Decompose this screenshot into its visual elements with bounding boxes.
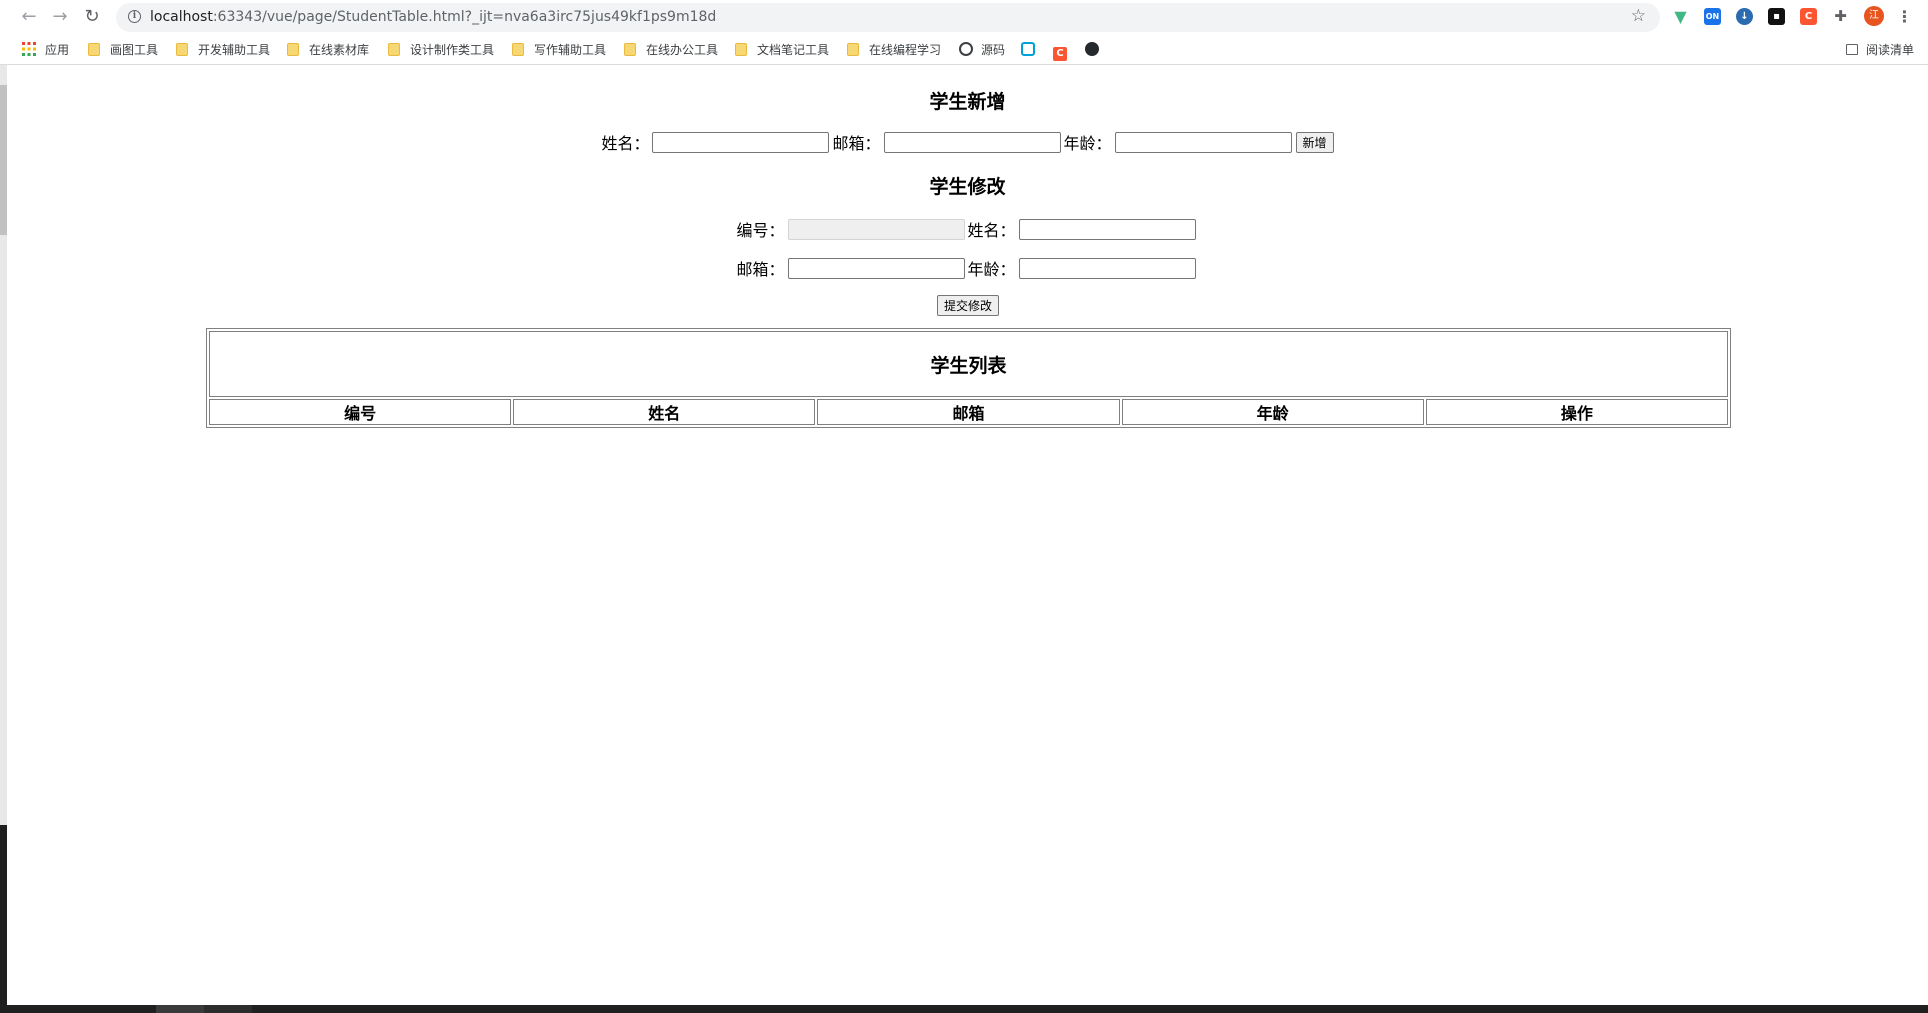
bookmark-label: 在线编程学习: [869, 43, 942, 57]
column-header-id: 编号: [209, 399, 512, 425]
globe-icon: [959, 42, 973, 56]
bookmark-label: 应用: [45, 43, 70, 57]
url-host: localhost: [150, 9, 213, 25]
csdn-icon: C: [1053, 47, 1067, 61]
edit-name-label: 姓名：: [967, 221, 1016, 240]
profile-initial: 江: [1869, 10, 1879, 21]
edit-student-row-1: 编号： 姓名：: [7, 217, 1928, 241]
reading-list-label: 阅读清单: [1865, 43, 1914, 57]
bookmark-folder-office[interactable]: 在线办公工具: [624, 42, 718, 59]
taskbar-item[interactable]: [156, 1005, 204, 1013]
add-name-label: 姓名：: [601, 134, 650, 153]
column-header-name: 姓名: [513, 399, 816, 425]
bookmark-folder-drawing[interactable]: 画图工具: [88, 42, 158, 59]
left-scrollbar[interactable]: [0, 65, 7, 1005]
back-arrow-icon[interactable]: ←: [17, 5, 41, 29]
bookmark-label: 文档笔记工具: [757, 43, 830, 57]
bookmark-folder-design[interactable]: 设计制作类工具: [388, 42, 494, 59]
folder-icon: [287, 43, 299, 56]
add-email-label: 邮箱：: [832, 134, 881, 153]
browser-toolbar: ← → ↻ i localhost:63343/vue/page/Student…: [0, 0, 1928, 34]
edit-age-input[interactable]: [1018, 257, 1196, 279]
background-window-edge: [0, 825, 7, 1005]
bookmark-label: 在线素材库: [309, 43, 370, 57]
bookmark-bilibili[interactable]: [1021, 42, 1043, 59]
column-header-email: 邮箱: [817, 399, 1120, 425]
bookmark-folder-notes[interactable]: 文档笔记工具: [735, 42, 829, 59]
taskbar-item[interactable]: [204, 1005, 252, 1013]
submit-edit-button[interactable]: 提交修改: [936, 295, 999, 316]
bookmark-folder-assets[interactable]: 在线素材库: [287, 42, 369, 59]
add-age-label: 年龄：: [1063, 134, 1112, 153]
apps-grid-icon: [22, 42, 36, 56]
folder-icon: [624, 43, 636, 56]
os-taskbar: [0, 1005, 1928, 1013]
reading-list-button[interactable]: 阅读清单: [1845, 42, 1914, 59]
github-icon: [1085, 42, 1099, 56]
folder-icon: [512, 43, 524, 56]
reading-list-icon: [1845, 44, 1858, 55]
edit-name-input[interactable]: [1018, 218, 1196, 240]
bookmark-label: 在线办公工具: [646, 43, 719, 57]
bilibili-extension-icon[interactable]: ▪: [1768, 8, 1785, 25]
add-age-input[interactable]: [1114, 131, 1292, 153]
browser-window: ← → ↻ i localhost:63343/vue/page/Student…: [0, 0, 1928, 1013]
bookmark-csdn[interactable]: C: [1053, 42, 1075, 61]
bookmark-label: 设计制作类工具: [410, 43, 495, 57]
edit-email-input[interactable]: [787, 257, 965, 279]
bookmarks-bar: 应用 画图工具 开发辅助工具 在线素材库 设计制作类工具 写作辅助工具 在线办公…: [0, 37, 1928, 65]
add-student-button[interactable]: 新增: [1295, 131, 1334, 153]
edit-id-input: [787, 218, 965, 240]
table-title-row: 学生列表: [209, 331, 1728, 397]
bookmark-apps[interactable]: 应用: [22, 42, 69, 59]
bilibili-icon: [1021, 42, 1035, 56]
menu-kebab-icon[interactable]: ⋮: [1896, 8, 1913, 25]
student-list-table: 学生列表 编号 姓名 邮箱 年龄 操作: [206, 328, 1731, 428]
url-text[interactable]: localhost:63343/vue/page/StudentTable.ht…: [150, 9, 716, 25]
bookmark-label: 写作辅助工具: [534, 43, 607, 57]
csdn-extension-icon[interactable]: C: [1800, 8, 1817, 25]
bookmark-source[interactable]: 源码: [959, 42, 1005, 59]
forward-arrow-icon[interactable]: →: [48, 5, 72, 29]
student-list-table-wrap: 学生列表 编号 姓名 邮箱 年龄 操作: [206, 328, 1731, 428]
folder-icon: [735, 43, 747, 56]
download-extension-icon[interactable]: ↓: [1736, 8, 1753, 25]
edit-age-label: 年龄：: [967, 260, 1016, 279]
vue-devtools-icon[interactable]: ▼: [1672, 8, 1689, 25]
edit-submit-row: 提交修改: [7, 295, 1928, 316]
bookmark-folder-writing[interactable]: 写作辅助工具: [512, 42, 606, 59]
extension-on-icon[interactable]: ON: [1704, 8, 1721, 25]
bookmark-github[interactable]: [1085, 42, 1107, 59]
page-content: 学生新增 姓名： 邮箱： 年龄： 新增 学生修改 编号： 姓名： 邮箱： 年龄： 提交修改…: [7, 66, 1928, 1005]
add-student-form: 姓名： 邮箱： 年龄： 新增: [7, 130, 1928, 154]
edit-student-title: 学生修改: [929, 176, 1006, 198]
student-list-title: 学生列表: [209, 331, 1728, 397]
profile-avatar[interactable]: 江: [1864, 6, 1884, 26]
scrollbar-thumb[interactable]: [0, 85, 7, 235]
url-path: :63343/vue/page/StudentTable.html?_ijt=n…: [212, 9, 717, 25]
add-name-input[interactable]: [652, 131, 830, 153]
folder-icon: [388, 43, 400, 56]
folder-icon: [176, 43, 188, 56]
bookmark-folder-dev[interactable]: 开发辅助工具: [176, 42, 270, 59]
bookmark-label: 画图工具: [110, 43, 159, 57]
edit-student-row-2: 邮箱： 年龄：: [7, 256, 1928, 280]
folder-icon: [88, 43, 100, 56]
table-header-row: 编号 姓名 邮箱 年龄 操作: [209, 399, 1728, 425]
edit-email-label: 邮箱：: [736, 260, 785, 279]
bookmark-label: 源码: [981, 43, 1006, 57]
reload-icon[interactable]: ↻: [80, 5, 104, 29]
column-header-actions: 操作: [1425, 399, 1728, 425]
folder-icon: [847, 43, 859, 56]
bookmark-star-icon[interactable]: ☆: [1631, 6, 1646, 26]
column-header-age: 年龄: [1121, 399, 1424, 425]
edit-id-label: 编号：: [736, 221, 785, 240]
bookmark-label: 开发辅助工具: [198, 43, 271, 57]
add-student-title: 学生新增: [929, 91, 1006, 113]
add-email-input[interactable]: [883, 131, 1061, 153]
site-info-icon[interactable]: i: [128, 10, 141, 23]
extensions-puzzle-icon[interactable]: ✚: [1832, 8, 1849, 25]
bookmark-folder-coding[interactable]: 在线编程学习: [847, 42, 941, 59]
address-bar[interactable]: i localhost:63343/vue/page/StudentTable.…: [116, 3, 1660, 32]
